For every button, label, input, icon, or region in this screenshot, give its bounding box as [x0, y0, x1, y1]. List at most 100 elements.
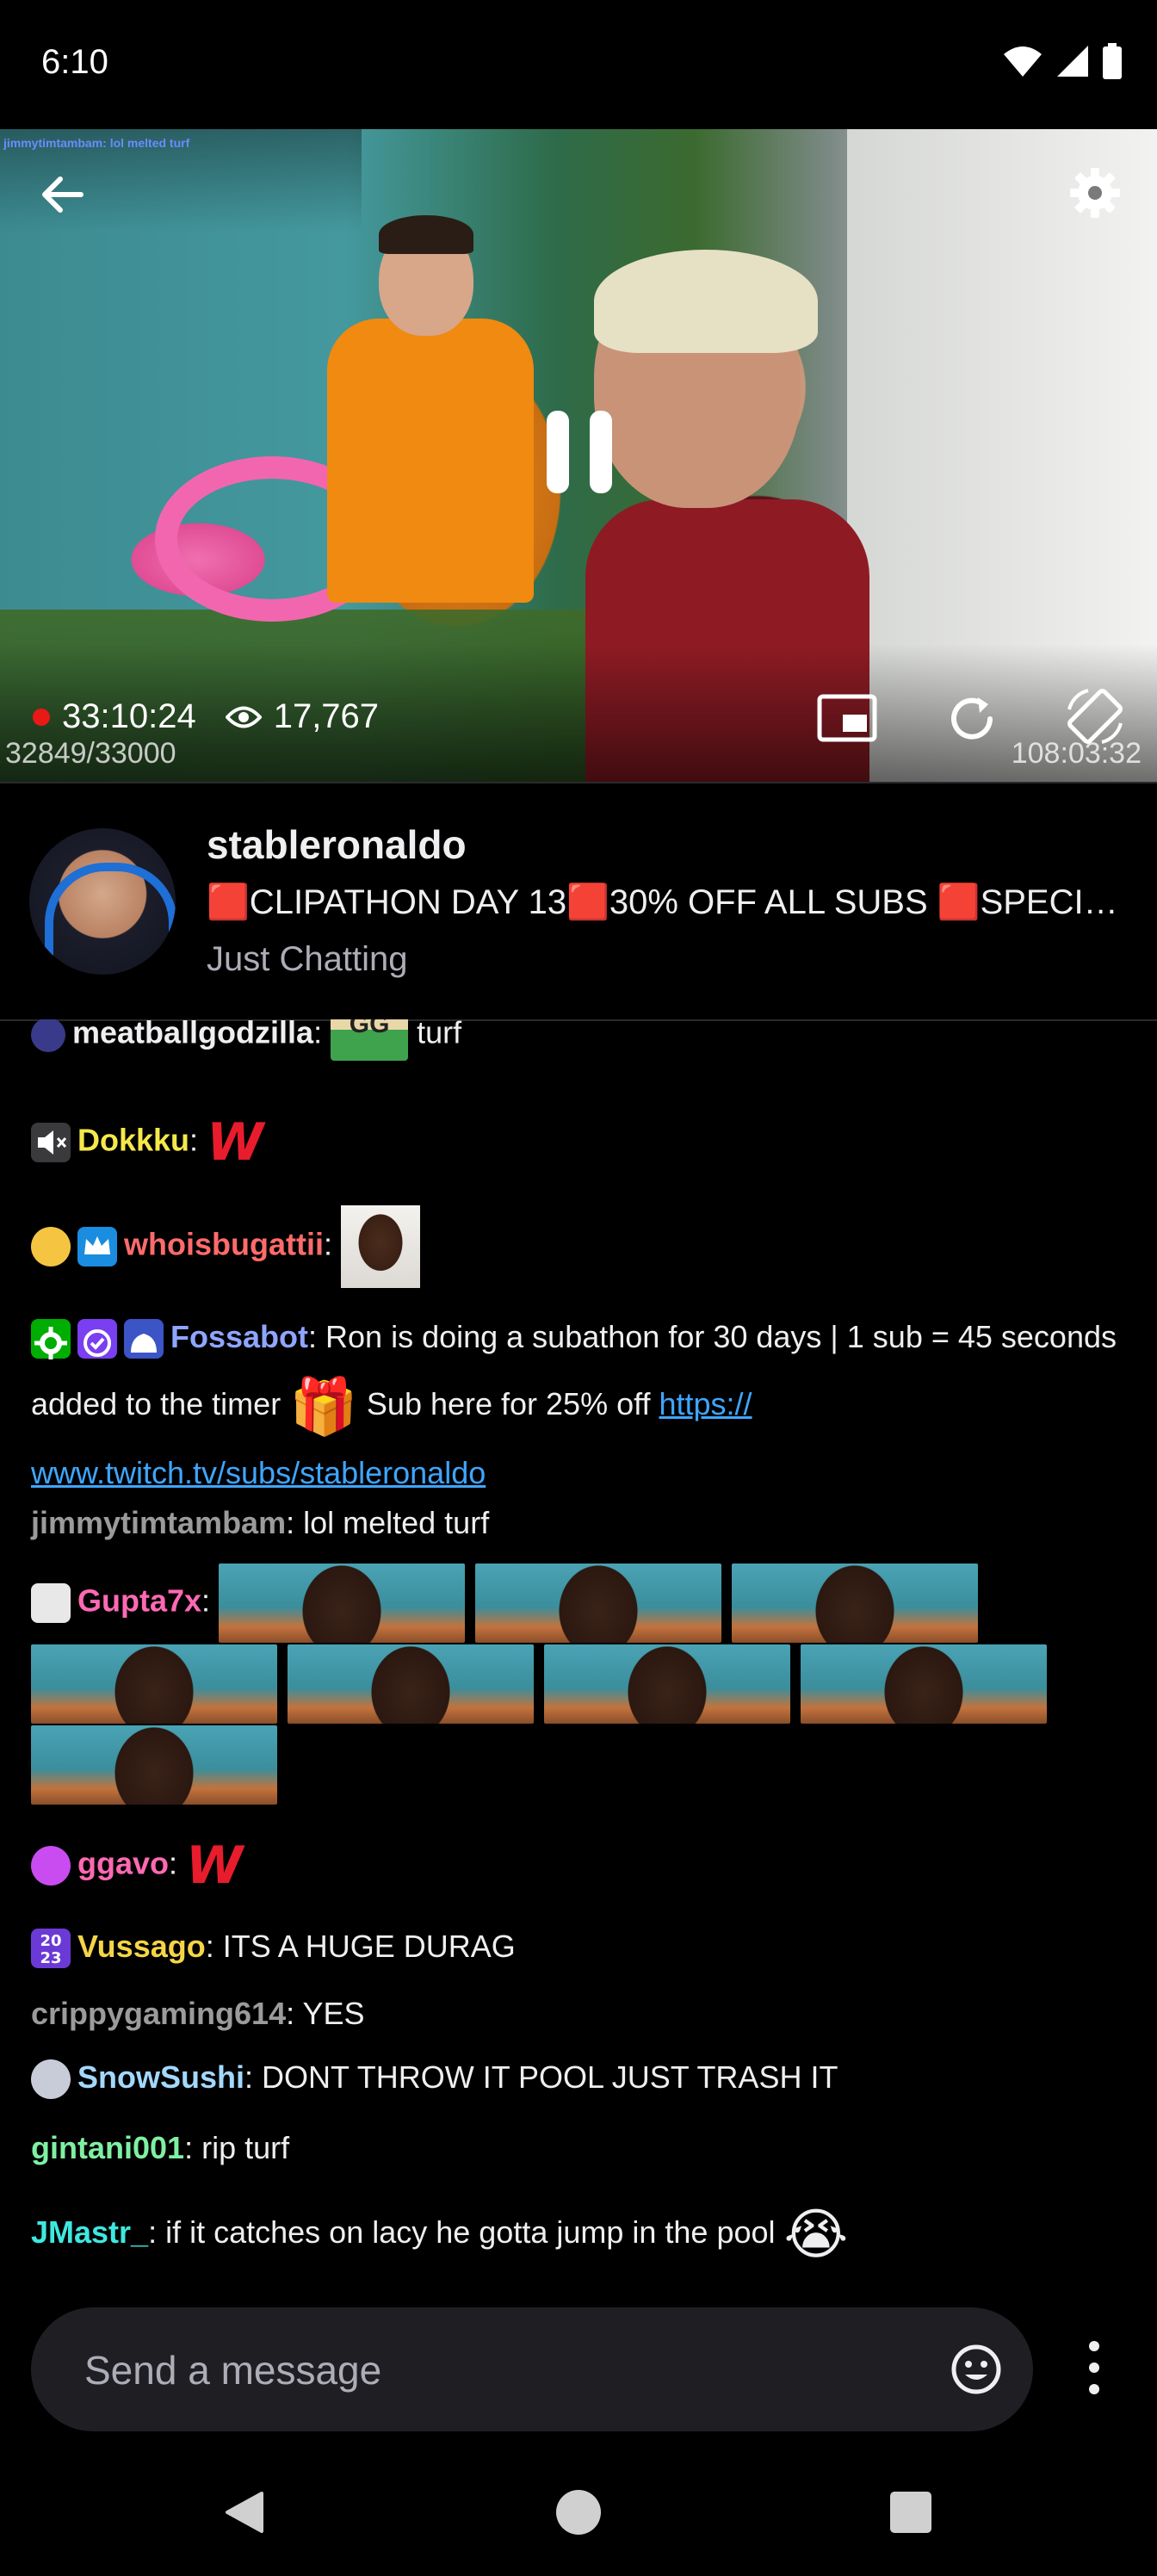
chat-username[interactable]: whoisbugattii — [124, 1227, 324, 1262]
chat-message: ggavo: W — [31, 1832, 1133, 1899]
chat-link[interactable]: https:// — [659, 1386, 752, 1421]
stream-category[interactable]: Just Chatting — [207, 940, 407, 979]
emoji-icon[interactable] — [950, 2344, 1002, 2395]
chat-text: YES — [302, 1996, 365, 2031]
stream-info[interactable]: stableronaldo 🟥CLIPATHON DAY 13🟥30% OFF … — [0, 782, 1157, 1021]
rotate-screen-icon — [1067, 689, 1123, 744]
year-badge-icon: 20 23 — [31, 1929, 71, 1969]
chat-list[interactable]: meatballgodzilla: GG turf Dokkku: W whoi… — [0, 1019, 1157, 2294]
chat-text: if it catches on lacy he gotta jump in t… — [165, 2214, 776, 2251]
gear-icon — [1070, 168, 1120, 218]
sub-progress: 32849/33000 — [5, 737, 176, 770]
badge-icon — [31, 1846, 71, 1886]
chat-username[interactable]: Gupta7x — [77, 1583, 201, 1619]
settings-button[interactable] — [1064, 162, 1126, 224]
chat-message: 20 23 Vussago: ITS A HUGE DURAG — [31, 1927, 1133, 1969]
chat-message: Fossabot: Ron is doing a subathon for 30… — [31, 1319, 1117, 1491]
chat-message: jimmytimtambam: lol melted turf — [31, 1505, 490, 1540]
avatar-headphones — [45, 863, 176, 957]
message-placeholder: Send a message — [84, 2348, 382, 2393]
chat-message: gintani001: rip turf — [31, 2130, 290, 2165]
back-arrow-icon — [42, 176, 84, 213]
chat-message: Gupta7x: — [31, 1564, 1133, 1643]
rotate-button[interactable] — [1059, 680, 1131, 752]
chat-message: Dokkku: W — [31, 1109, 1133, 1176]
message-input[interactable]: Send a message — [31, 2307, 1033, 2431]
channel-name[interactable]: stableronaldo — [207, 821, 467, 868]
chat-username[interactable]: JMastr_ — [31, 2214, 148, 2250]
bot-badge-icon — [124, 1319, 164, 1359]
pip-button[interactable] — [814, 690, 880, 746]
video-scene-person-2-hair — [594, 250, 818, 353]
pause-button[interactable] — [539, 405, 620, 499]
chat-text-2: Sub here for 25% off — [366, 1386, 651, 1421]
chat-message: SnowSushi: DONT THROW IT POOL JUST TRASH… — [31, 2058, 1133, 2100]
nav-home-icon[interactable] — [553, 2486, 604, 2538]
video-player[interactable]: jimmytimtambam: lol melted turf 33:10:24 — [0, 129, 1157, 782]
face-emote — [31, 1725, 277, 1805]
status-bar: 6:10 — [0, 0, 1157, 129]
chat-message-cont — [31, 1644, 1133, 1724]
stream-overlay-chat: jimmytimtambam: lol melted turf — [3, 136, 190, 150]
chat-link[interactable]: www.twitch.tv/subs/stableronaldo — [31, 1455, 486, 1490]
chat-text: DONT THROW IT POOL JUST TRASH IT — [262, 2059, 838, 2095]
eye-icon — [225, 706, 262, 728]
chat-username[interactable]: Vussago — [77, 1929, 206, 1964]
face-emote — [732, 1564, 979, 1643]
video-scene-person-hair — [379, 215, 473, 254]
face-emote — [219, 1564, 466, 1643]
crying-emoji: 😭 — [783, 2203, 849, 2265]
battery-icon — [1103, 43, 1122, 79]
chat-message: whoisbugattii: — [31, 1205, 1133, 1288]
chat-message-cont — [31, 1725, 1133, 1805]
chat-username[interactable]: crippygaming614 — [31, 1996, 286, 2031]
face-emote — [31, 1644, 277, 1724]
wifi-icon — [1004, 46, 1042, 77]
svg-text:20: 20 — [40, 1932, 61, 1950]
refresh-icon — [951, 697, 993, 740]
picture-in-picture-icon — [817, 694, 877, 742]
chat-message: crippygaming614: YES — [31, 1996, 365, 2031]
verified-badge-icon — [77, 1319, 117, 1359]
muted-badge-icon — [31, 1123, 71, 1162]
chat-text: ITS A HUGE DURAG — [222, 1929, 516, 1964]
chat-text: rip turf — [201, 2130, 290, 2165]
chat-username[interactable]: meatballgodzilla — [72, 1019, 313, 1050]
face-emote — [341, 1205, 420, 1288]
viewer-count: 17,767 — [273, 697, 380, 735]
gift-icon: 🎁 — [289, 1375, 358, 1438]
chat-username[interactable]: SnowSushi — [77, 2059, 244, 2095]
chat-username[interactable]: gintani001 — [31, 2130, 184, 2165]
stream-title: 🟥CLIPATHON DAY 13🟥30% OFF ALL SUBS 🟥SPEC… — [207, 883, 1136, 921]
face-emote — [544, 1644, 790, 1724]
system-nav-bar — [0, 2462, 1157, 2576]
refresh-button[interactable] — [942, 689, 1002, 749]
w-emote: W — [186, 1836, 244, 1896]
chat-username[interactable]: Fossabot — [170, 1319, 308, 1354]
signal-icon — [1057, 46, 1088, 77]
video-scene-person — [327, 319, 534, 603]
live-dot — [33, 708, 50, 726]
nav-back-icon[interactable] — [219, 2486, 270, 2538]
moderator-badge-icon — [31, 1319, 71, 1360]
more-vert-icon[interactable] — [1081, 2338, 1107, 2398]
w-emote: W — [207, 1112, 264, 1173]
badge-icon — [31, 1019, 65, 1052]
live-info: 33:10:24 17,767 — [33, 697, 379, 736]
svg-text:23: 23 — [40, 1949, 61, 1967]
pause-icon — [547, 411, 612, 493]
channel-avatar[interactable] — [29, 828, 176, 975]
status-time: 6:10 — [41, 43, 108, 81]
gg-emote: GG — [331, 1019, 409, 1061]
chat-username[interactable]: jimmytimtambam — [31, 1505, 286, 1540]
live-duration: 33:10:24 — [62, 697, 196, 735]
back-button[interactable] — [36, 169, 88, 220]
chat-text: lol melted turf — [303, 1505, 490, 1540]
chat-username[interactable]: ggavo — [77, 1846, 169, 1881]
chat-text: turf — [417, 1019, 462, 1050]
chat-username[interactable]: Dokkku — [77, 1123, 189, 1158]
crown-badge-icon — [77, 1227, 117, 1266]
hamster-badge-icon — [31, 1227, 71, 1266]
chat-message: JMastr_: if it catches on lacy he gotta … — [31, 2203, 849, 2265]
nav-recents-icon[interactable] — [888, 2490, 933, 2535]
